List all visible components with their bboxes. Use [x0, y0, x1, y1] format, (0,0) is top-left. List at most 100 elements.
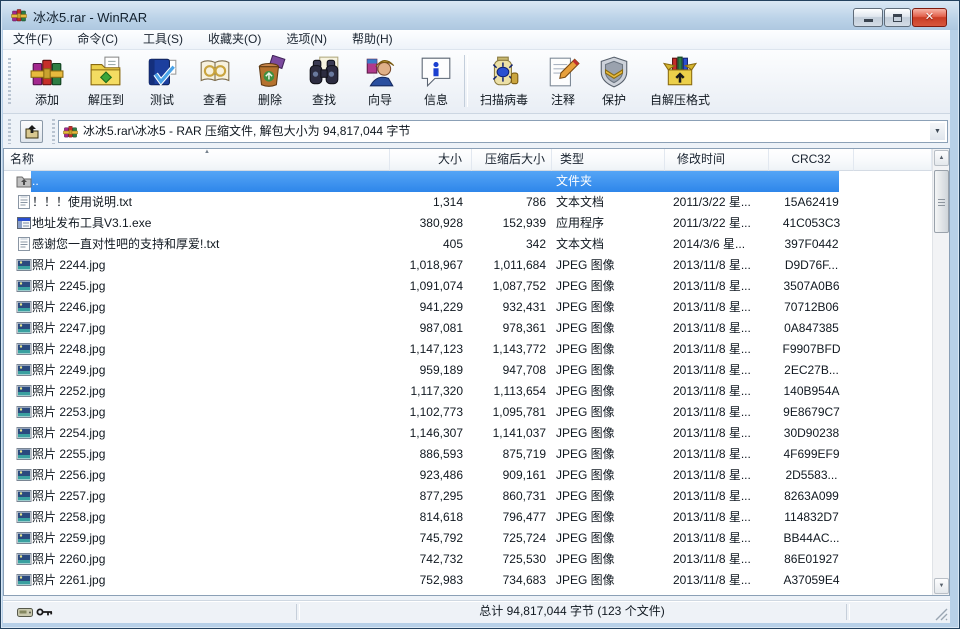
vertical-scrollbar[interactable]: ▲ ▼ — [932, 149, 949, 595]
menu-bar: 文件(F) 命令(C) 工具(S) 收藏夹(O) 选项(N) 帮助(H) — [3, 30, 950, 50]
toolbar-delete-button[interactable]: 删除 — [243, 50, 297, 110]
toolbar-wizard-button[interactable]: 向导 — [351, 50, 409, 110]
maximize-icon — [893, 14, 902, 22]
up-one-level-button[interactable] — [20, 120, 43, 143]
address-bar: 冰冰5.rar\冰冰5 - RAR 压缩文件, 解包大小为 94,817,044… — [3, 115, 950, 148]
up-folder-icon — [24, 124, 40, 140]
file-row[interactable]: ..文件夹 — [4, 171, 932, 192]
scroll-up-button[interactable]: ▲ — [934, 150, 949, 166]
toolbar-scan-virus-button[interactable]: 扫描病毒 — [471, 50, 537, 110]
scrollbar-thumb[interactable] — [934, 170, 949, 233]
extract-to-icon — [89, 55, 123, 89]
maximize-button[interactable] — [884, 8, 911, 27]
file-row[interactable]: 照片 2258.jpg814,618796,477JPEG 图像2013/11/… — [4, 507, 932, 528]
cell-packed: 1,141,037 — [472, 423, 546, 444]
file-row[interactable]: 照片 2261.jpg752,983734,683JPEG 图像2013/11/… — [4, 570, 932, 591]
cell-modified: 2013/11/8 星... — [673, 297, 769, 318]
title-bar: 冰冰5.rar - WinRAR ✕ — [0, 0, 960, 30]
cell-size: 1,117,320 — [390, 381, 463, 402]
toolbar-view-button[interactable]: 查看 — [187, 50, 243, 110]
cell-packed: 909,161 — [472, 465, 546, 486]
chevron-down-icon[interactable]: ▼ — [930, 123, 945, 140]
column-header-size[interactable]: 大小 — [390, 149, 472, 171]
cell-crc: F9907BFD — [769, 339, 854, 360]
cell-size: 987,081 — [390, 318, 463, 339]
column-header-crc32[interactable]: CRC32 — [769, 149, 854, 171]
file-row[interactable]: 照片 2259.jpg745,792725,724JPEG 图像2013/11/… — [4, 528, 932, 549]
test-icon — [145, 55, 179, 89]
cell-name: 照片 2245.jpg — [32, 276, 388, 297]
protect-icon — [597, 55, 631, 89]
cell-crc: 86E01927 — [769, 549, 854, 570]
column-header-name[interactable]: 名称 — [4, 149, 390, 171]
menu-commands[interactable]: 命令(C) — [67, 30, 128, 49]
file-row[interactable]: 照片 2248.jpg1,147,1231,143,772JPEG 图像2013… — [4, 339, 932, 360]
file-row[interactable]: 地址发布工具V3.1.exe380,928152,939应用程序2011/3/2… — [4, 213, 932, 234]
image-file-icon — [16, 509, 32, 525]
toolbar-button-label: 信息 — [424, 91, 448, 108]
cell-type: JPEG 图像 — [556, 486, 666, 507]
file-row[interactable]: 照片 2254.jpg1,146,3071,141,037JPEG 图像2013… — [4, 423, 932, 444]
menu-options[interactable]: 选项(N) — [276, 30, 337, 49]
cell-name: 照片 2256.jpg — [32, 465, 388, 486]
toolbar-info-button[interactable]: 信息 — [409, 50, 463, 110]
cell-type: JPEG 图像 — [556, 528, 666, 549]
toolbar: 添加解压到测试查看删除查找向导信息 扫描病毒注释保护自解压格式 — [3, 50, 950, 114]
exe-file-icon — [16, 215, 32, 231]
toolbar-button-label: 添加 — [35, 91, 59, 108]
file-row[interactable]: 照片 2257.jpg877,295860,731JPEG 图像2013/11/… — [4, 486, 932, 507]
toolbar-comment-button[interactable]: 注释 — [537, 50, 589, 110]
cell-type: 文本文档 — [556, 234, 666, 255]
file-row[interactable]: 感谢您一直对性吧的支持和厚爱!.txt405342文本文档2014/3/6 星.… — [4, 234, 932, 255]
scroll-down-button[interactable]: ▼ — [934, 578, 949, 594]
file-row[interactable]: 照片 2253.jpg1,102,7731,095,781JPEG 图像2013… — [4, 402, 932, 423]
menu-tools[interactable]: 工具(S) — [133, 30, 193, 49]
file-row[interactable]: 照片 2252.jpg1,117,3201,113,654JPEG 图像2013… — [4, 381, 932, 402]
comment-icon — [546, 55, 580, 89]
file-list-panel: 名称大小压缩后大小类型修改时间CRC32 ▲ ..文件夹！！！使用说明.txt1… — [3, 148, 950, 596]
column-header-packed[interactable]: 压缩后大小 — [472, 149, 552, 171]
toolbar-sfx-button[interactable]: 自解压格式 — [639, 50, 721, 110]
resize-grip[interactable] — [935, 608, 948, 621]
cell-packed: 860,731 — [472, 486, 546, 507]
cell-type: JPEG 图像 — [556, 255, 666, 276]
menu-favorites[interactable]: 收藏夹(O) — [198, 30, 271, 49]
info-icon — [419, 55, 453, 89]
cell-packed: 932,431 — [472, 297, 546, 318]
minimize-button[interactable] — [853, 8, 883, 27]
column-header-type[interactable]: 类型 — [552, 149, 665, 171]
wizard-icon — [363, 55, 397, 89]
toolbar-test-button[interactable]: 测试 — [137, 50, 187, 110]
file-row[interactable]: 照片 2244.jpg1,018,9671,011,684JPEG 图像2013… — [4, 255, 932, 276]
toolbar-add-button[interactable]: 添加 — [19, 50, 75, 110]
cell-name: 照片 2258.jpg — [32, 507, 388, 528]
file-row[interactable]: ！！！使用说明.txt1,314786文本文档2011/3/22 星...15A… — [4, 192, 932, 213]
file-row[interactable]: 照片 2245.jpg1,091,0741,087,752JPEG 图像2013… — [4, 276, 932, 297]
file-row[interactable]: 照片 2256.jpg923,486909,161JPEG 图像2013/11/… — [4, 465, 932, 486]
close-button[interactable]: ✕ — [912, 8, 947, 27]
column-header-modified[interactable]: 修改时间 — [665, 149, 769, 171]
file-row[interactable]: 照片 2255.jpg886,593875,719JPEG 图像2013/11/… — [4, 444, 932, 465]
cell-modified: 2013/11/8 星... — [673, 276, 769, 297]
cell-name: 照片 2254.jpg — [32, 423, 388, 444]
file-row[interactable]: 照片 2249.jpg959,189947,708JPEG 图像2013/11/… — [4, 360, 932, 381]
cell-name: 照片 2253.jpg — [32, 402, 388, 423]
menu-file[interactable]: 文件(F) — [3, 30, 62, 49]
toolbar-extract-to-button[interactable]: 解压到 — [75, 50, 137, 110]
client-area: 文件(F)命令(C)工具(S)收藏夹(O)选项(N)帮助(H) 添加解压到测试查… — [3, 30, 950, 622]
file-row[interactable]: 照片 2247.jpg987,081978,361JPEG 图像2013/11/… — [4, 318, 932, 339]
text-file-icon — [16, 194, 32, 210]
cell-name: 照片 2244.jpg — [32, 255, 388, 276]
toolbar-find-button[interactable]: 查找 — [297, 50, 351, 110]
toolbar-protect-button[interactable]: 保护 — [589, 50, 639, 110]
cell-modified: 2011/3/22 星... — [673, 213, 769, 234]
image-file-icon — [16, 320, 32, 336]
cell-name: 感谢您一直对性吧的支持和厚爱!.txt — [32, 234, 388, 255]
archive-path-combobox[interactable]: 冰冰5.rar\冰冰5 - RAR 压缩文件, 解包大小为 94,817,044… — [58, 120, 948, 143]
file-row[interactable]: 照片 2246.jpg941,229932,431JPEG 图像2013/11/… — [4, 297, 932, 318]
scan-virus-icon — [487, 55, 521, 89]
cell-name: 照片 2259.jpg — [32, 528, 388, 549]
menu-help[interactable]: 帮助(H) — [342, 30, 403, 49]
file-row[interactable]: 照片 2260.jpg742,732725,530JPEG 图像2013/11/… — [4, 549, 932, 570]
cell-crc: 140B954A — [769, 381, 854, 402]
